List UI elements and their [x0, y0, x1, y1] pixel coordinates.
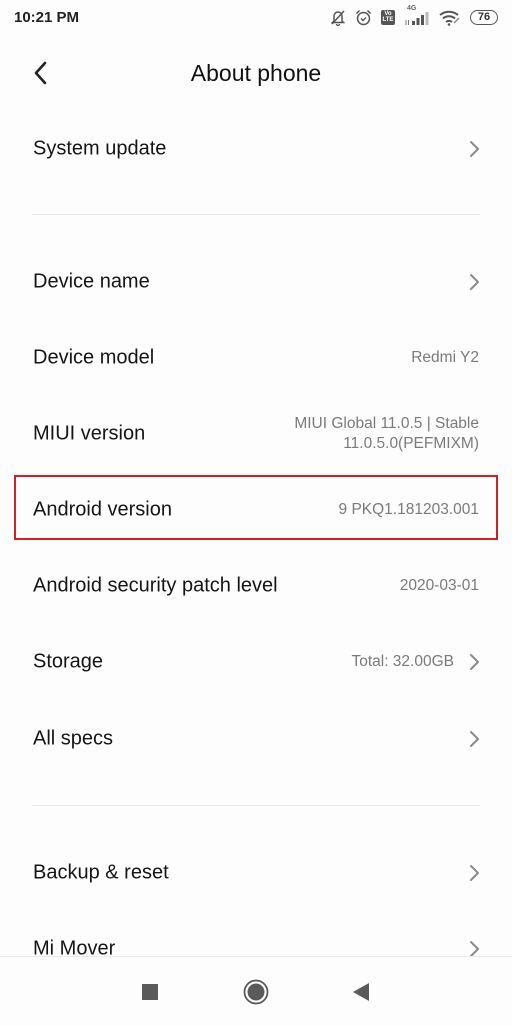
recents-button[interactable]: [135, 977, 165, 1007]
chevron-right-icon: [470, 731, 479, 747]
row-label: Device model: [33, 346, 155, 369]
signal-4g-icon: 4G: [404, 5, 430, 26]
chevron-right-icon: [470, 865, 479, 881]
network-type-label: 4G: [407, 5, 417, 12]
status-bar: 10:21 PM Vo LTE 4G 76: [0, 0, 512, 36]
row-system-update[interactable]: System update: [0, 119, 512, 179]
row-all-specs[interactable]: All specs: [0, 709, 512, 769]
row-label: All specs: [33, 727, 114, 750]
row-label: Backup & reset: [33, 861, 169, 884]
bell-off-icon: [330, 9, 346, 26]
status-icons: Vo LTE 4G 76: [330, 5, 498, 27]
square-icon: [142, 984, 158, 1000]
volte-icon: Vo LTE: [381, 9, 395, 25]
wifi-icon: [439, 9, 461, 26]
home-button[interactable]: [241, 977, 271, 1007]
row-device-model[interactable]: Device model Redmi Y2: [0, 328, 512, 388]
value-line-2: 11.0.5.0(PEFMIXM): [343, 435, 479, 452]
status-time: 10:21 PM: [14, 9, 80, 26]
row-value: Total: 32.00GB: [351, 653, 454, 670]
navigation-bar: [0, 956, 512, 1025]
battery-indicator: 76: [470, 9, 498, 25]
circle-home-icon: [243, 979, 269, 1005]
row-label: Android security patch level: [33, 574, 278, 597]
back-nav-button[interactable]: [346, 977, 376, 1007]
alarm-icon: [355, 9, 372, 26]
row-label: MIUI version: [33, 422, 146, 445]
row-value: 2020-03-01: [399, 577, 479, 594]
row-label: Storage: [33, 650, 104, 673]
chevron-right-icon: [470, 274, 479, 290]
chevron-right-icon: [470, 141, 479, 157]
header: About phone: [0, 40, 512, 110]
row-storage[interactable]: Storage Total: 32.00GB: [0, 632, 512, 692]
section-divider: [32, 214, 480, 215]
triangle-back-icon: [353, 983, 369, 1001]
page-title: About phone: [190, 60, 322, 86]
chevron-right-icon: [470, 654, 479, 670]
row-backup-reset[interactable]: Backup & reset: [0, 843, 512, 903]
section-divider: [32, 805, 480, 806]
row-miui-version[interactable]: MIUI version MIUI Global 11.0.5 | Stable…: [0, 404, 512, 464]
row-android-version[interactable]: Android version 9 PKQ1.181203.001: [0, 480, 512, 540]
row-security-patch[interactable]: Android security patch level 2020-03-01: [0, 556, 512, 616]
value-line-1: MIUI Global 11.0.5 | Stable: [294, 415, 479, 432]
row-label: Device name: [33, 270, 150, 293]
volte-bottom-text: LTE: [382, 17, 394, 23]
row-label: System update: [33, 137, 167, 160]
row-value: 9 PKQ1.181203.001: [338, 501, 479, 518]
row-value: MIUI Global 11.0.5 | Stable 11.0.5.0(PEF…: [294, 414, 479, 454]
row-label: Android version: [33, 498, 172, 521]
row-device-name[interactable]: Device name: [0, 252, 512, 312]
row-value: Redmi Y2: [411, 349, 479, 366]
